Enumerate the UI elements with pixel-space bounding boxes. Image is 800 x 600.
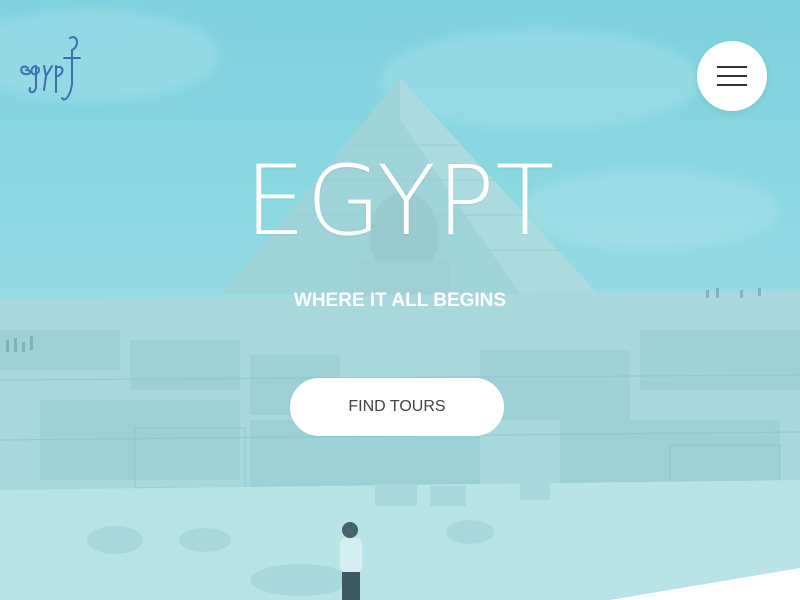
page-title: EGYPT: [244, 145, 556, 257]
logo-text: egypt: [14, 28, 17, 29]
menu-button[interactable]: [697, 41, 767, 111]
page-subtitle: WHERE IT ALL BEGINS: [293, 290, 507, 311]
hamburger-menu-icon: [717, 66, 747, 86]
egypt-logo[interactable]: egypt: [14, 28, 90, 108]
find-tours-button[interactable]: FIND TOURS: [290, 378, 504, 436]
